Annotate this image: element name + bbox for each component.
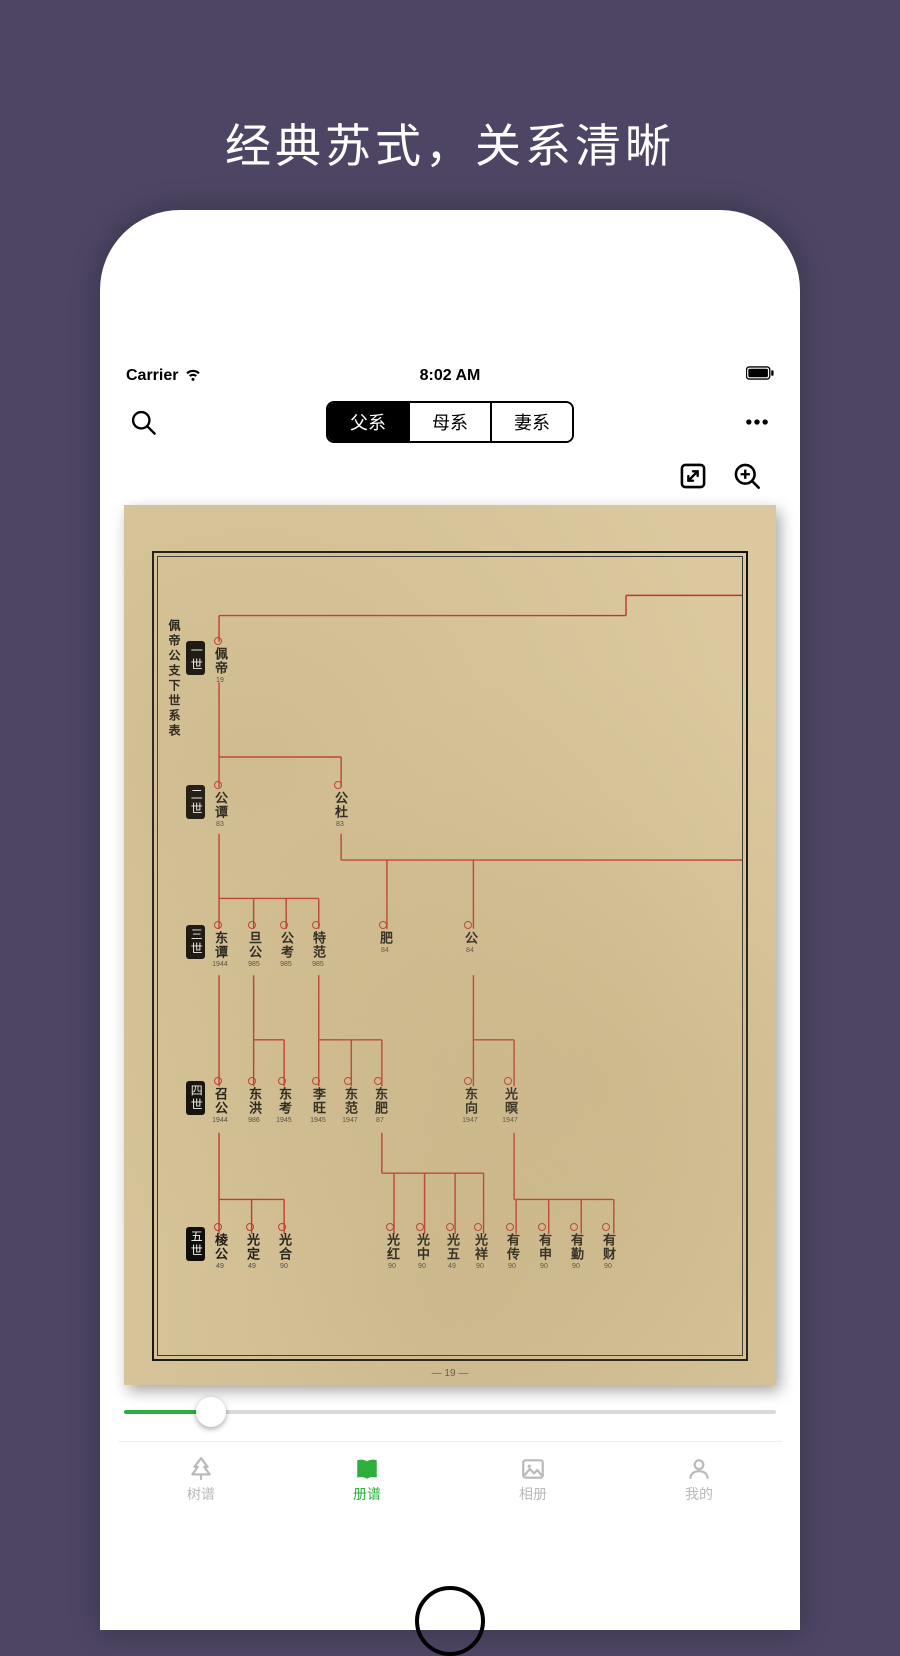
canvas-tools [118,449,782,497]
slider-thumb[interactable] [196,1397,226,1427]
tab-me[interactable]: 我的 [685,1456,713,1504]
carrier-label: Carrier [126,367,178,385]
tab-album[interactable]: 相册 [519,1456,547,1504]
image-icon [519,1456,547,1482]
tab-bar: 树谱 册谱 相册 我的 [118,1441,782,1504]
person[interactable]: 肥84 [377,931,392,955]
tab-paternal[interactable]: 父系 [328,403,410,441]
person[interactable]: 东向1947 [462,1087,478,1125]
genealogy-page: 佩帝公支下世系表 [124,505,776,1385]
gen-2-label: 二世 [186,785,205,819]
person[interactable]: 光暝1947 [502,1087,518,1125]
book-icon [353,1456,381,1482]
clock: 8:02 AM [420,367,481,385]
gen-3-label: 三世 [186,925,205,959]
tab-spouse[interactable]: 妻系 [492,403,572,441]
home-button[interactable] [415,1586,485,1656]
page-number: — 19 — [432,1368,469,1379]
zoom-in-button[interactable] [730,459,764,493]
fullscreen-button[interactable] [676,459,710,493]
person[interactable]: 公84 [462,931,477,955]
person[interactable]: 东考1945 [276,1087,292,1125]
person[interactable]: 李旺1945 [310,1087,326,1125]
zoom-slider[interactable] [124,1397,776,1427]
gen-5-label: 五世 [186,1227,205,1261]
person[interactable]: 光中90 [414,1233,429,1271]
person[interactable]: 公谭83 [212,791,227,829]
person[interactable]: 东洪986 [246,1087,261,1125]
person[interactable]: 有传90 [504,1233,519,1271]
search-button[interactable] [126,405,160,439]
person[interactable]: 召公1944 [212,1087,228,1125]
person[interactable]: 光红90 [384,1233,399,1271]
status-bar: Carrier 8:02 AM [118,360,782,395]
person[interactable]: 有申90 [536,1233,551,1271]
user-icon [685,1456,713,1482]
wifi-icon [184,364,202,387]
gen-1-label: 一世 [186,641,205,675]
tree-icon [187,1456,215,1482]
person[interactable]: 公杜83 [332,791,347,829]
person[interactable]: 东谭1944 [212,931,228,969]
lineage-segmented: 父系 母系 妻系 [326,401,574,443]
tab-maternal[interactable]: 母系 [410,403,492,441]
person[interactable]: 光祥90 [472,1233,487,1271]
tab-tree[interactable]: 树谱 [187,1456,215,1504]
gen-4-label: 四世 [186,1081,205,1115]
hero-title: 经典苏式，关系清晰 [0,110,900,176]
person[interactable]: 有财90 [600,1233,615,1271]
phone-frame: Carrier 8:02 AM 父系 母系 妻系 [100,210,800,1630]
person[interactable]: 东范1947 [342,1087,358,1125]
toolbar: 父系 母系 妻系 [118,395,782,449]
more-button[interactable] [740,405,774,439]
person[interactable]: 旦公985 [246,931,261,969]
person[interactable]: 光定49 [244,1233,259,1271]
person[interactable]: 有勤90 [568,1233,583,1271]
person[interactable]: 光合90 [276,1233,291,1271]
person[interactable]: 公考985 [278,931,293,969]
person[interactable]: 佩帝19 [212,647,227,685]
canvas[interactable]: 佩帝公支下世系表 [118,497,782,1385]
person[interactable]: 特范985 [310,931,325,969]
person[interactable]: 棱公49 [212,1233,227,1271]
person[interactable]: 光五49 [444,1233,459,1271]
battery-icon [746,366,774,385]
person[interactable]: 东肥87 [372,1087,387,1125]
tab-book[interactable]: 册谱 [353,1456,381,1504]
